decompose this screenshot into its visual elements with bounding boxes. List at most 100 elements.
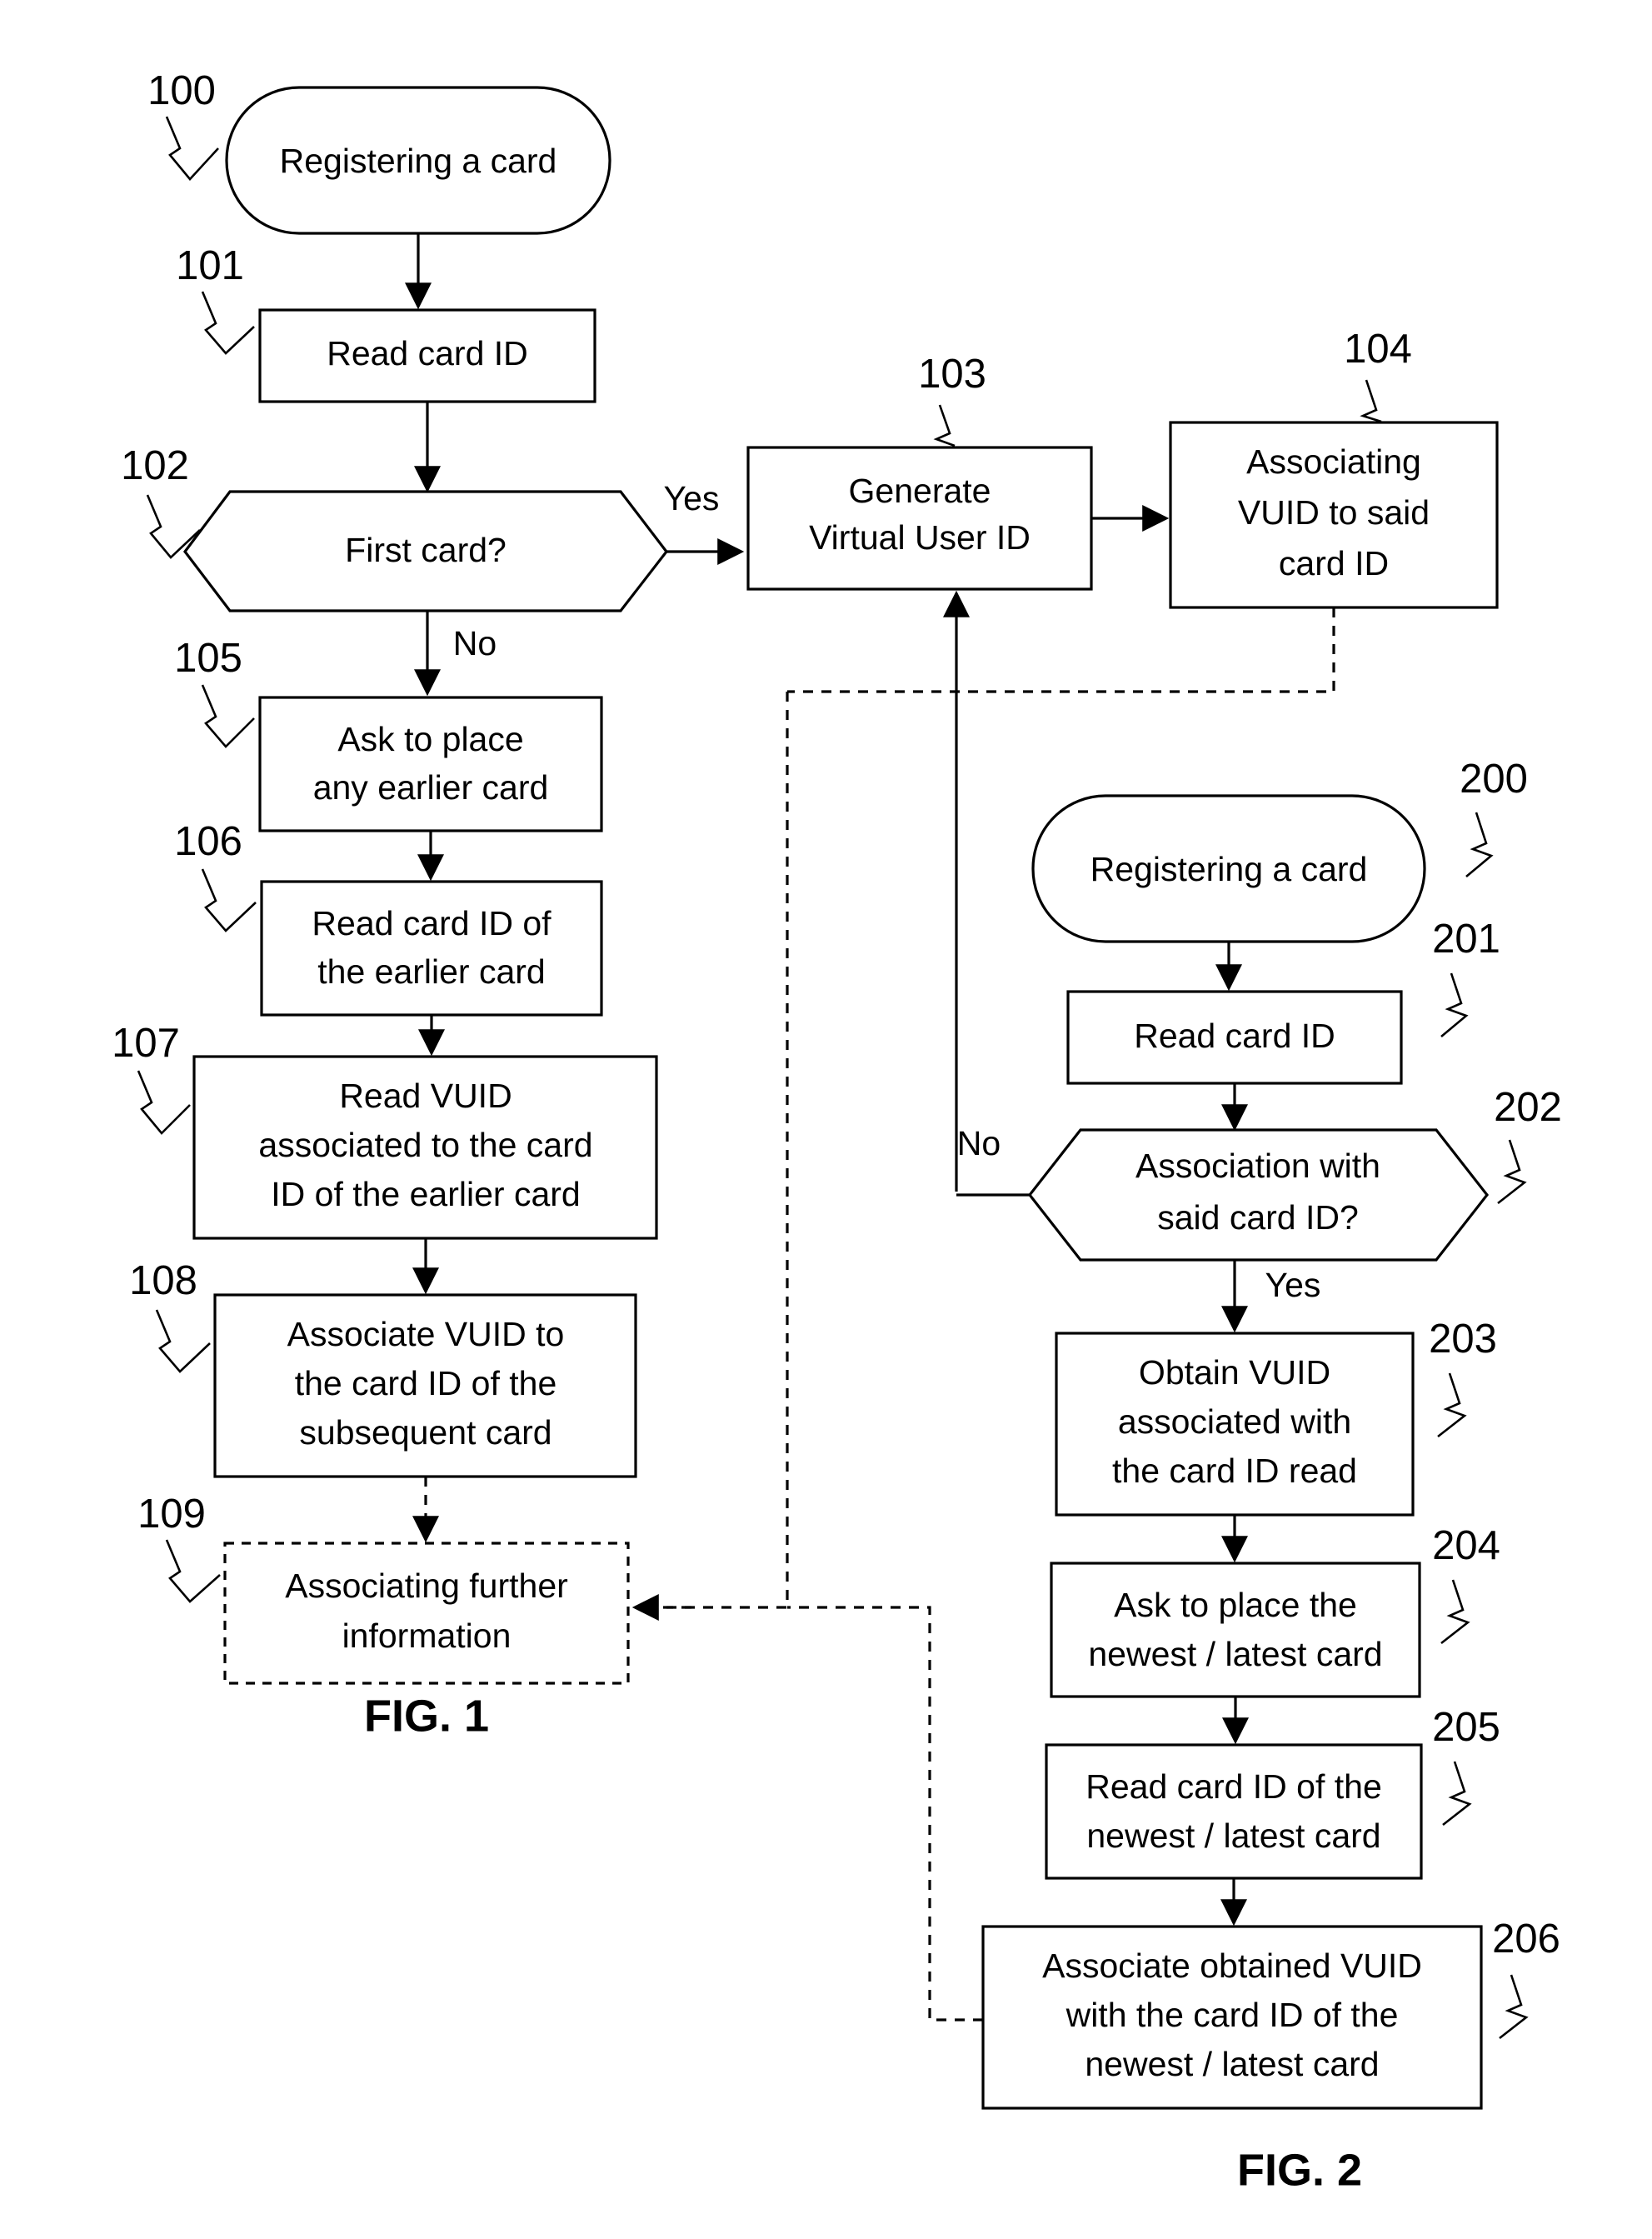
- edge-104-return-to-junction: [787, 607, 1335, 693]
- node-204-label-line2: newest / latest card: [1088, 1635, 1382, 1673]
- leader-line-201: [1440, 972, 1469, 1037]
- ref-number-204: 204: [1432, 1523, 1500, 1568]
- ref-number-206: 206: [1492, 1917, 1560, 1962]
- edge-label-no-202: No: [957, 1124, 1001, 1162]
- node-101-label-line1: Read card ID: [327, 334, 528, 372]
- node-206-label-line3: newest / latest card: [1085, 2045, 1379, 2083]
- node-104-label-line3: card ID: [1279, 544, 1389, 582]
- node-107-label-line1: Read VUID: [339, 1077, 512, 1115]
- leader-line-106: [201, 868, 257, 932]
- node-201-label-line1: Read card ID: [1134, 1017, 1335, 1055]
- node-203-label-line3: the card ID read: [1112, 1452, 1357, 1490]
- edge-junction-to-109: [638, 692, 789, 1609]
- node-202-label-line2: said card ID?: [1157, 1198, 1359, 1237]
- leader-line-107: [137, 1070, 191, 1135]
- leader-line-202: [1497, 1139, 1527, 1205]
- node-206-label-line2: with the card ID of the: [1066, 1996, 1399, 2034]
- node-104-label-line1: Associating: [1246, 442, 1421, 481]
- node-105-label-line2: any earlier card: [313, 768, 549, 807]
- node-109-shape: [223, 1542, 630, 1685]
- ref-number-102: 102: [121, 443, 189, 488]
- node-101-read-card-id: Read card ID: [258, 308, 596, 403]
- node-200-label-line1: Registering a card: [1091, 850, 1368, 888]
- flowchart-canvas: Registering a card 100 Read card ID 101 …: [112, 68, 1562, 2195]
- leader-line-105: [201, 684, 255, 748]
- leader-line-206: [1499, 1974, 1529, 2040]
- node-206-associate-obtained-vuid-with-card-id: Associate obtained VUID with the card ID…: [981, 1925, 1483, 2110]
- node-105-shape: [258, 696, 603, 832]
- node-107-read-vuid-associated-to-card-id: Read VUID associated to the card ID of t…: [192, 1055, 658, 1240]
- leader-line-108: [155, 1309, 211, 1373]
- node-105-ask-to-place-any-earlier-card: Ask to place any earlier card: [258, 696, 603, 832]
- ref-number-202: 202: [1494, 1085, 1562, 1130]
- node-204-label-line1: Ask to place the: [1114, 1586, 1357, 1624]
- figure-1-label: FIG. 1: [364, 1691, 489, 1741]
- edge-206-return-to-109: [787, 1606, 983, 2022]
- node-203-obtain-vuid-associated-with-card-id: Obtain VUID associated with the card ID …: [1055, 1332, 1415, 1517]
- leader-line-104: [1360, 379, 1382, 423]
- node-108-label-line1: Associate VUID to: [287, 1315, 565, 1353]
- node-205-label-line1: Read card ID of the: [1086, 1767, 1382, 1806]
- node-204-shape: [1050, 1562, 1421, 1698]
- node-205-label-line2: newest / latest card: [1086, 1817, 1380, 1855]
- node-205-shape: [1045, 1743, 1423, 1880]
- leader-line-103: [933, 404, 956, 447]
- node-202-label-line1: Association with: [1135, 1147, 1380, 1185]
- leader-line-203: [1437, 1372, 1467, 1438]
- node-106-read-card-id-of-the-earlier-card: Read card ID of the earlier card: [260, 880, 603, 1017]
- node-103-label-line1: Generate: [849, 472, 991, 510]
- ref-number-107: 107: [112, 1021, 180, 1066]
- node-109-associating-further-information: Associating further information: [223, 1542, 630, 1685]
- node-102-first-card-decision: First card?: [182, 490, 669, 612]
- node-108-associate-vuid-to-subsequent-card: Associate VUID to the card ID of the sub…: [213, 1293, 637, 1478]
- patent-figure-sheet: Registering a card 100 Read card ID 101 …: [0, 0, 1652, 2239]
- ref-number-103: 103: [918, 352, 986, 397]
- node-104-label-line2: VUID to said: [1238, 493, 1430, 532]
- ref-number-201: 201: [1432, 917, 1500, 962]
- ref-number-104: 104: [1344, 327, 1412, 372]
- node-106-shape: [260, 880, 603, 1017]
- node-105-label-line1: Ask to place: [337, 720, 523, 758]
- node-103-label-line2: Virtual User ID: [809, 518, 1031, 557]
- node-108-label-line3: subsequent card: [299, 1413, 551, 1452]
- node-100-label-line1: Registering a card: [280, 142, 557, 180]
- ref-number-205: 205: [1432, 1705, 1500, 1750]
- node-107-label-line2: associated to the card: [258, 1126, 592, 1164]
- ref-number-105: 105: [174, 636, 242, 681]
- ref-number-203: 203: [1429, 1317, 1497, 1362]
- node-108-label-line2: the card ID of the: [295, 1364, 557, 1402]
- node-106-label-line2: the earlier card: [317, 952, 545, 991]
- node-204-ask-to-place-newest-latest-card: Ask to place the newest / latest card: [1050, 1562, 1421, 1698]
- leader-line-204: [1440, 1579, 1470, 1645]
- leader-line-205: [1442, 1761, 1472, 1827]
- edge-label-yes-202: Yes: [1265, 1266, 1321, 1304]
- node-200-registering-a-card: Registering a card: [1031, 794, 1426, 943]
- leader-line-200: [1465, 812, 1494, 877]
- node-206-label-line1: Associate obtained VUID: [1042, 1947, 1422, 1985]
- node-203-label-line1: Obtain VUID: [1139, 1353, 1330, 1392]
- ref-number-101: 101: [176, 243, 244, 288]
- leader-line-101: [201, 291, 255, 355]
- ref-number-100: 100: [147, 68, 216, 113]
- leader-line-109: [165, 1539, 221, 1603]
- node-109-label-line2: information: [342, 1617, 512, 1655]
- ref-number-108: 108: [129, 1258, 197, 1303]
- node-201-read-card-id: Read card ID: [1066, 990, 1403, 1085]
- edge-label-yes-102: Yes: [664, 479, 720, 517]
- ref-number-106: 106: [174, 819, 242, 864]
- ref-number-109: 109: [137, 1492, 206, 1537]
- node-102-label-line1: First card?: [345, 531, 507, 569]
- leader-line-100: [165, 116, 219, 181]
- node-106-label-line1: Read card ID of: [312, 904, 551, 942]
- ref-number-200: 200: [1460, 757, 1528, 802]
- node-202-association-with-said-card-id-decision: Association with said card ID?: [1027, 1128, 1490, 1262]
- node-107-label-line3: ID of the earlier card: [271, 1175, 580, 1213]
- node-104-associating-vuid-to-said-card-id: Associating VUID to said card ID: [1169, 421, 1499, 609]
- node-100-registering-a-card: Registering a card: [225, 86, 611, 235]
- node-203-label-line2: associated with: [1118, 1402, 1351, 1441]
- node-109-label-line1: Associating further: [285, 1567, 568, 1605]
- figure-2-label: FIG. 2: [1237, 2145, 1362, 2195]
- node-103-generate-virtual-user-id: Generate Virtual User ID: [746, 446, 1093, 591]
- node-205-read-card-id-of-newest-latest-card: Read card ID of the newest / latest card: [1045, 1743, 1423, 1880]
- edge-label-no-102: No: [453, 624, 497, 662]
